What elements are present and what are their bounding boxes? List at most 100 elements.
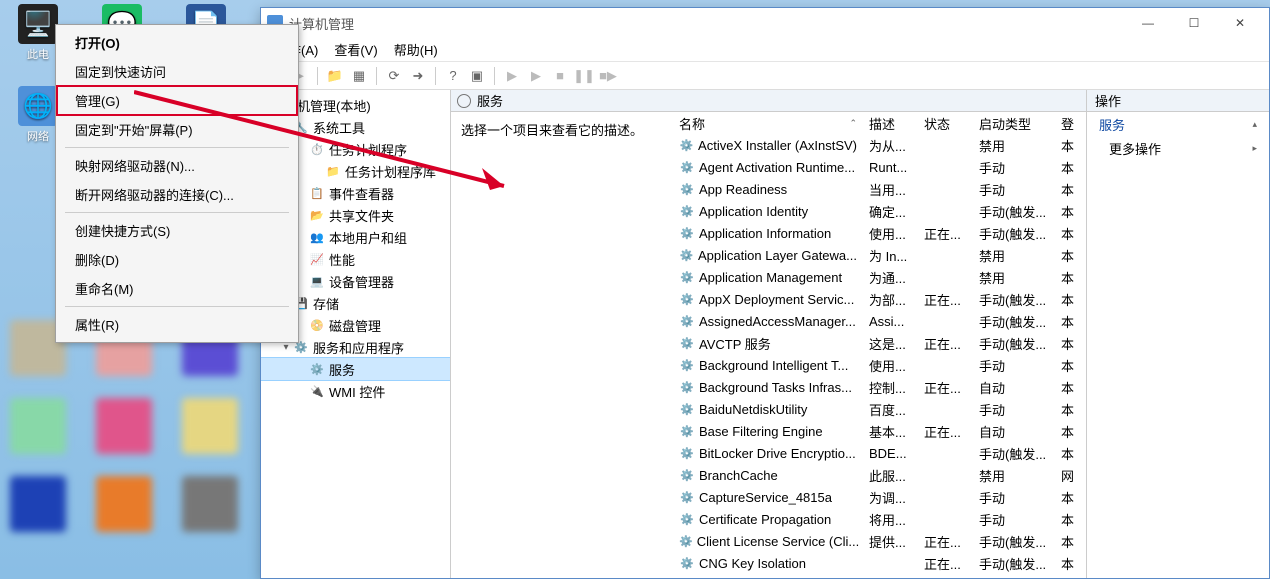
service-name: BranchCache: [699, 468, 778, 483]
ctx-pin-quick[interactable]: 固定到快速访问: [57, 57, 297, 86]
ctx-disconnect-drive[interactable]: 断开网络驱动器的连接(C)...: [57, 180, 297, 209]
service-row[interactable]: ⚙️ActiveX Installer (AxInstSV)为从...禁用本: [673, 134, 1086, 156]
service-status: 正在...: [918, 554, 973, 573]
ctx-delete[interactable]: 删除(D): [57, 245, 297, 274]
service-name: AVCTP 服务: [699, 334, 771, 353]
service-row[interactable]: ⚙️Agent Activation Runtime...Runt...手动本: [673, 156, 1086, 178]
desktop-icon-blurred[interactable]: [182, 398, 238, 454]
service-startup: 手动: [973, 158, 1055, 177]
ctx-open[interactable]: 打开(O): [57, 28, 297, 57]
tree-wmi[interactable]: 🔌WMI 控件: [261, 380, 450, 402]
service-row[interactable]: ⚙️AppX Deployment Servic...为部...正在...手动(…: [673, 288, 1086, 310]
service-row[interactable]: ⚙️Application Management为通...禁用本: [673, 266, 1086, 288]
gear-icon: ⚙️: [679, 555, 695, 571]
service-desc: 使用...: [863, 224, 918, 243]
titlebar[interactable]: 计算机管理 — ☐ ✕: [261, 8, 1269, 38]
gear-icon: ⚙️: [679, 445, 695, 461]
service-row[interactable]: ⚙️CNG Key Isolation正在...手动(触发...本: [673, 552, 1086, 574]
show-hide-tree-icon[interactable]: ▦: [348, 65, 370, 87]
actions-header: 操作: [1087, 90, 1269, 112]
service-row[interactable]: ⚙️BaiduNetdiskUtility百度...手动本: [673, 398, 1086, 420]
help-icon[interactable]: ?: [442, 65, 464, 87]
service-status: 正在...: [918, 334, 973, 353]
service-row[interactable]: ⚙️Application Layer Gatewa...为 In...禁用本: [673, 244, 1086, 266]
service-row[interactable]: ⚙️Background Tasks Infras...控制...正在...自动…: [673, 376, 1086, 398]
service-desc: Runt...: [863, 160, 918, 175]
service-name: Application Information: [699, 226, 831, 241]
service-logon: 本: [1055, 444, 1075, 463]
maximize-button[interactable]: ☐: [1171, 8, 1217, 38]
service-logon: 本: [1055, 312, 1075, 331]
gear-icon: ⚙️: [679, 335, 695, 351]
ctx-create-shortcut[interactable]: 创建快捷方式(S): [57, 216, 297, 245]
toolbar-separator: [494, 67, 495, 85]
service-desc: Assi...: [863, 314, 918, 329]
service-desc: 提供...: [863, 532, 918, 551]
ctx-manage[interactable]: 管理(G): [57, 86, 297, 115]
service-desc: 为调...: [863, 488, 918, 507]
service-startup: 手动: [973, 488, 1055, 507]
close-button[interactable]: ✕: [1217, 8, 1263, 38]
service-startup: 自动: [973, 378, 1055, 397]
col-status[interactable]: 状态: [918, 112, 973, 134]
actions-service-title: 服务▴: [1087, 112, 1269, 136]
tree-services[interactable]: ⚙️服务: [261, 358, 450, 380]
actions-more-operations[interactable]: 更多操作▸: [1087, 136, 1269, 160]
desktop-icon-blurred[interactable]: [96, 398, 152, 454]
service-row[interactable]: ⚙️Application Information使用...正在...手动(触发…: [673, 222, 1086, 244]
gear-icon: ⚙️: [679, 203, 695, 219]
folder-icon[interactable]: 📁: [324, 65, 346, 87]
service-row[interactable]: ⚙️AVCTP 服务这是...正在...手动(触发...本: [673, 332, 1086, 354]
menu-view[interactable]: 查看(V): [326, 38, 385, 61]
service-startup: 手动(触发...: [973, 224, 1055, 243]
service-row[interactable]: ⚙️BitLocker Drive Encryptio...BDE...手动(触…: [673, 442, 1086, 464]
context-menu: 打开(O) 固定到快速访问 管理(G) 固定到"开始"屏幕(P) 映射网络驱动器…: [55, 24, 299, 343]
service-row[interactable]: ⚙️Application Identity确定...手动(触发...本: [673, 200, 1086, 222]
service-row[interactable]: ⚙️AssignedAccessManager...Assi...手动(触发..…: [673, 310, 1086, 332]
export-icon[interactable]: ➜: [407, 65, 429, 87]
col-desc[interactable]: 描述: [863, 112, 918, 134]
service-row[interactable]: ⚙️Background Intelligent T...使用...手动本: [673, 354, 1086, 376]
actions-pane: 操作 服务▴ 更多操作▸: [1087, 90, 1269, 578]
service-row[interactable]: ⚙️App Readiness当用...手动本: [673, 178, 1086, 200]
service-row[interactable]: ⚙️CaptureService_4815a为调...手动本: [673, 486, 1086, 508]
description-hint: 选择一个项目来查看它的描述。: [461, 123, 643, 138]
desktop-icon-blurred[interactable]: [10, 398, 66, 454]
service-logon: 本: [1055, 136, 1075, 155]
service-desc: 当用...: [863, 180, 918, 199]
service-logon: 本: [1055, 488, 1075, 507]
desktop-icon-blurred[interactable]: [182, 476, 238, 532]
service-desc: 为通...: [863, 268, 918, 287]
ctx-pin-start[interactable]: 固定到"开始"屏幕(P): [57, 115, 297, 144]
col-name[interactable]: 名称⌃: [673, 112, 863, 134]
ctx-rename[interactable]: 重命名(M): [57, 274, 297, 303]
gear-icon: ⚙️: [679, 247, 694, 263]
ctx-properties[interactable]: 属性(R): [57, 310, 297, 339]
refresh-icon[interactable]: ⟳: [383, 65, 405, 87]
menu-help[interactable]: 帮助(H): [386, 38, 446, 61]
play-icon: ▶: [525, 65, 547, 87]
service-row[interactable]: ⚙️Client License Service (Cli...提供...正在.…: [673, 530, 1086, 552]
minimize-button[interactable]: —: [1125, 8, 1171, 38]
desktop-icon-blurred[interactable]: [10, 476, 66, 532]
service-name: CaptureService_4815a: [699, 490, 832, 505]
ctx-map-drive[interactable]: 映射网络驱动器(N)...: [57, 151, 297, 180]
service-name: ActiveX Installer (AxInstSV): [698, 138, 857, 153]
service-desc: 为部...: [863, 290, 918, 309]
gear-icon: ⚙️: [679, 467, 695, 483]
service-desc: 百度...: [863, 400, 918, 419]
gear-icon: ⚙️: [679, 533, 693, 549]
service-logon: 本: [1055, 554, 1075, 573]
gear-icon: ⚙️: [679, 511, 695, 527]
service-logon: 本: [1055, 378, 1075, 397]
service-row[interactable]: ⚙️BranchCache此服...禁用网: [673, 464, 1086, 486]
service-row[interactable]: ⚙️Certificate Propagation将用...手动本: [673, 508, 1086, 530]
service-logon: 本: [1055, 510, 1075, 529]
service-row[interactable]: ⚙️Base Filtering Engine基本...正在...自动本: [673, 420, 1086, 442]
desktop-icon-blurred[interactable]: [96, 476, 152, 532]
view-icon[interactable]: ▣: [466, 65, 488, 87]
col-startup[interactable]: 启动类型: [973, 112, 1055, 134]
col-logon[interactable]: 登: [1055, 112, 1075, 134]
service-logon: 本: [1055, 400, 1075, 419]
service-logon: 本: [1055, 246, 1075, 265]
